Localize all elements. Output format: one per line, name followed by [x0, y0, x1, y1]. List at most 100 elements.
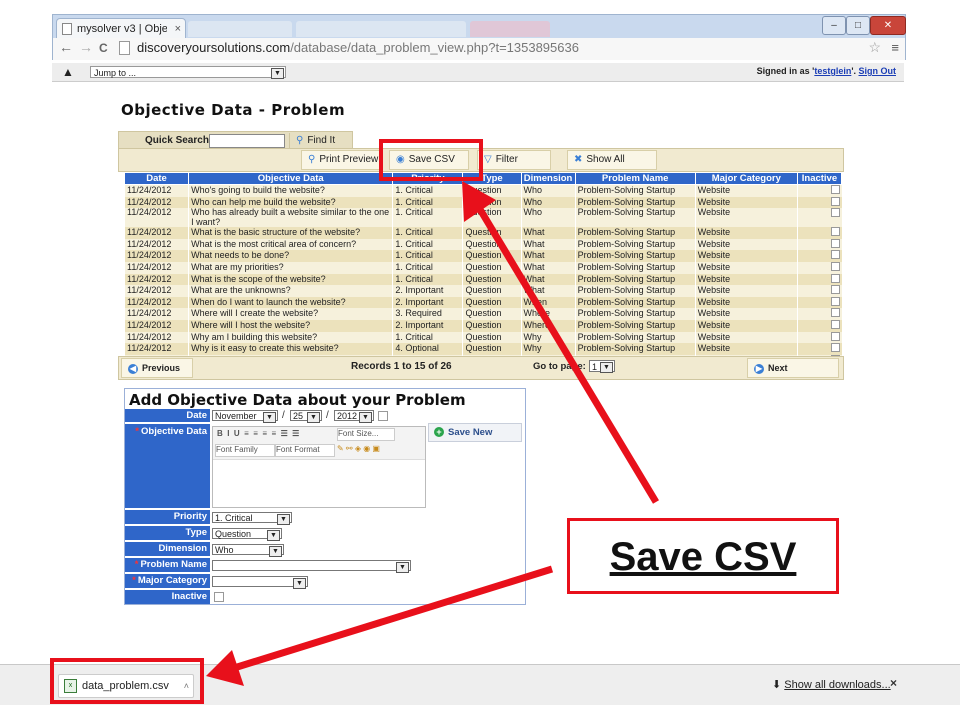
table-cell: Why am I building this website? [188, 331, 393, 344]
chevron-down-icon: ▼ [267, 530, 280, 541]
table-cell: Question [462, 308, 522, 320]
table-cell: Question [462, 227, 522, 239]
window-close-icon[interactable]: ✕ [870, 16, 906, 35]
previous-button[interactable]: ◀ Previous [121, 358, 193, 378]
table-cell: Problem-Solving Startup [574, 196, 696, 209]
filter-button[interactable]: ▽ Filter [477, 150, 551, 170]
table-cell: 2. Important [392, 296, 463, 309]
inactive-cell [796, 261, 842, 274]
column-header[interactable]: Date [123, 172, 190, 185]
show-all-button[interactable]: ✖ Show All [567, 150, 657, 170]
inactive-checkbox[interactable] [214, 592, 224, 602]
month-select[interactable]: November ▼ [212, 410, 278, 423]
table-row[interactable]: 11/24/2012 Who can help me build the webs… [123, 196, 842, 209]
inactive-checkbox[interactable] [830, 261, 840, 271]
chevron-down-icon: ▼ [600, 362, 613, 373]
dimension-select[interactable]: Who ▼ [212, 544, 284, 557]
column-header[interactable]: Problem Name [574, 172, 696, 185]
font-family-select[interactable]: Font Family [215, 444, 275, 457]
table-cell: 11/24/2012 [123, 250, 189, 262]
table-row[interactable]: 11/24/2012 When do I want to launch the w… [123, 296, 842, 309]
table-row[interactable]: 11/24/2012 Why am I building this website… [123, 331, 842, 344]
inactive-checkbox[interactable] [830, 250, 840, 260]
table-row[interactable]: 11/24/2012 What is the scope of the websi… [123, 273, 842, 286]
table-row[interactable]: 11/24/2012 Where will I create the websit… [123, 308, 842, 320]
column-header[interactable]: Major Category [694, 172, 798, 185]
browser-tab[interactable]: mysolver v3 | Objecti × [56, 18, 186, 39]
browser-tab-blurred[interactable] [188, 21, 292, 37]
tab-close-icon[interactable]: × [175, 19, 181, 39]
print-preview-button[interactable]: ⚲ Print Preview [301, 150, 381, 170]
inactive-checkbox[interactable] [830, 296, 840, 306]
inactive-checkbox[interactable] [830, 343, 840, 353]
close-icon[interactable]: × [890, 676, 897, 690]
type-value: Question [215, 529, 252, 539]
inactive-checkbox[interactable] [830, 273, 840, 283]
day-select[interactable]: 25 ▼ [290, 410, 322, 423]
minimize-icon[interactable]: – [822, 16, 846, 35]
type-select[interactable]: Question ▼ [212, 528, 282, 541]
table-cell: Who's going to build the website? [188, 184, 393, 197]
table-cell: What is the basic structure of the websi… [188, 227, 393, 239]
browser-tab-blurred[interactable] [470, 21, 550, 37]
show-all-downloads-link[interactable]: ⬇ Show all downloads... [772, 678, 891, 691]
year-select[interactable]: 2012 ▼ [334, 410, 374, 423]
inactive-checkbox[interactable] [830, 208, 840, 218]
font-format-select[interactable]: Font Format [275, 444, 335, 457]
table-cell: Problem-Solving Startup [574, 319, 696, 332]
find-it-button[interactable]: ⚲ Find It [289, 133, 350, 148]
table-row[interactable]: 11/24/2012 Why is it easy to create this … [123, 343, 842, 355]
inactive-cell [796, 273, 842, 286]
chevron-down-icon: ▼ [277, 514, 290, 525]
table-cell: 3. Required [392, 308, 463, 320]
next-button[interactable]: ▶ Next [747, 358, 839, 378]
table-cell: 11/24/2012 [123, 273, 189, 286]
reload-icon[interactable]: C [99, 41, 108, 55]
forward-icon[interactable]: → [79, 39, 93, 55]
font-size-select[interactable]: Font Size... [337, 428, 395, 441]
inactive-checkbox[interactable] [830, 185, 840, 194]
inactive-checkbox[interactable] [830, 238, 840, 248]
table-row[interactable]: 11/24/2012 Where will I host the website?… [123, 319, 842, 332]
table-row[interactable]: 11/24/2012 What are my priorities? 1. Crit… [123, 261, 842, 274]
sign-out-link[interactable]: Sign Out [859, 66, 897, 76]
table-row[interactable]: 11/24/2012 Who has already built a websit… [123, 208, 842, 228]
major-category-select[interactable]: ▼ [212, 576, 308, 589]
column-header[interactable]: Objective Data [188, 172, 394, 185]
maximize-icon[interactable]: □ [846, 16, 870, 35]
inactive-checkbox[interactable] [830, 285, 840, 295]
inactive-checkbox[interactable] [830, 308, 840, 318]
editor-format-icons[interactable]: B I U ≡ ≡ ≡ ≡ ☰ ☰ [217, 429, 299, 438]
username-link[interactable]: testglein [814, 66, 851, 76]
inactive-checkbox[interactable] [830, 331, 840, 341]
quick-search-input[interactable] [209, 134, 285, 148]
inactive-checkbox[interactable] [830, 227, 840, 237]
table-row[interactable]: 11/24/2012 What needs to be done? 1. Criti… [123, 250, 842, 262]
column-header[interactable]: Dimension [520, 172, 576, 185]
editor-insert-icons[interactable]: ✎ ⚯ ◈ ◉ ▣ [337, 444, 380, 453]
menu-icon[interactable]: ≡ [891, 40, 899, 55]
calendar-icon[interactable] [378, 411, 388, 421]
priority-select[interactable]: 1. Critical ▼ [212, 512, 292, 525]
home-icon[interactable]: ▲ [62, 65, 74, 79]
browser-tab-blurred[interactable] [296, 21, 466, 37]
problem-name-select[interactable]: ▼ [212, 560, 411, 573]
jump-to-select[interactable]: Jump to ... ▼ [90, 66, 286, 79]
back-icon[interactable]: ← [59, 39, 73, 55]
chevron-down-icon: ▼ [263, 412, 276, 423]
table-row[interactable]: 11/24/2012 What are the unknowns? 2. Impor… [123, 285, 842, 297]
table-row[interactable]: 11/24/2012 Who's going to build the websi… [123, 184, 842, 197]
inactive-checkbox[interactable] [830, 319, 840, 329]
objective-data-editor[interactable]: B I U ≡ ≡ ≡ ≡ ☰ ☰ Font Size... Font Fami… [212, 426, 426, 508]
save-new-button[interactable]: + Save New [428, 423, 522, 442]
bookmark-star-icon[interactable]: ☆ [868, 39, 881, 56]
inactive-checkbox[interactable] [830, 196, 840, 206]
quick-search-label: Quick Search [145, 135, 209, 146]
page-select[interactable]: 1 ▼ [589, 360, 615, 373]
inactive-label: Inactive [125, 590, 210, 604]
inactive-cell [796, 196, 842, 209]
table-row[interactable]: 11/24/2012 What is the most critical area… [123, 238, 842, 251]
table-row[interactable]: 11/24/2012 What is the basic structure of… [123, 227, 842, 239]
address-bar[interactable]: discoveryoursolutions.com/database/data_… [137, 40, 877, 56]
column-header[interactable]: Inactive [796, 172, 843, 185]
